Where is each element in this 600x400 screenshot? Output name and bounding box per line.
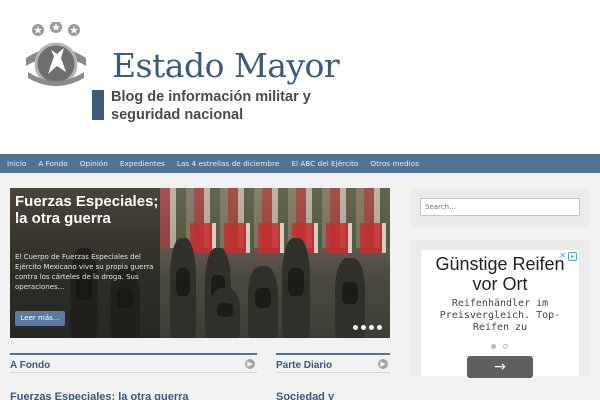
slide-image-soldier bbox=[210, 288, 240, 338]
nav-item-expedientes[interactable]: Expedientes bbox=[120, 159, 165, 168]
sidebar-search-widget bbox=[410, 188, 590, 228]
section-header-parte-diario: Parte Diario ▶ bbox=[276, 353, 390, 373]
ad-headline[interactable]: Günstige Reifen vor Ort bbox=[421, 254, 579, 294]
eagle-emblem-icon[interactable] bbox=[24, 22, 88, 92]
slide-image-soldier bbox=[282, 238, 310, 338]
slider-pagination bbox=[353, 325, 382, 330]
search-input[interactable] bbox=[420, 198, 580, 216]
slide-image-soldier bbox=[248, 266, 278, 338]
ad-pagination bbox=[491, 344, 508, 349]
slider-dot[interactable] bbox=[377, 325, 382, 330]
nav-item-inicio[interactable]: Inicio bbox=[7, 159, 26, 168]
chevron-right-icon[interactable]: ▶ bbox=[245, 359, 255, 369]
site-header: Estado Mayor Blog de información militar… bbox=[0, 0, 600, 154]
tagline-accent-bar bbox=[92, 90, 104, 120]
main-nav: Inicio A Fondo Opinión Expedientes Las 4… bbox=[0, 154, 600, 173]
slide-title[interactable]: Fuerzas Especiales; la otra guerra bbox=[15, 193, 160, 227]
ad-banner[interactable]: ✕ ▸ Günstige Reifen vor Ort Reifenhändle… bbox=[421, 250, 579, 378]
ad-body-text: Reifenhändler im Preisvergleich. Top-Rei… bbox=[439, 298, 561, 333]
read-more-button[interactable]: Leer más... bbox=[15, 311, 65, 326]
slider-dot[interactable] bbox=[369, 325, 374, 330]
nav-item-a-fondo[interactable]: A Fondo bbox=[38, 159, 67, 168]
post-title-link[interactable]: Sociedad y bbox=[276, 391, 334, 400]
slide-image-soldier bbox=[170, 238, 196, 338]
nav-item-otros-medios[interactable]: Otros medios bbox=[370, 159, 419, 168]
nav-item-opinion[interactable]: Opinión bbox=[80, 159, 108, 168]
slider-dot[interactable] bbox=[353, 325, 358, 330]
post-title-link[interactable]: Fuerzas Especiales; la otra guerra bbox=[10, 391, 189, 400]
section-label[interactable]: Parte Diario bbox=[276, 360, 332, 371]
featured-slider[interactable]: Fuerzas Especiales; la otra guerra El Cu… bbox=[10, 188, 390, 338]
ad-dot[interactable] bbox=[503, 344, 508, 349]
ad-arrow-button[interactable]: → bbox=[467, 356, 533, 378]
section-header-a-fondo: A Fondo ▶ bbox=[10, 353, 257, 373]
site-title[interactable]: Estado Mayor bbox=[112, 46, 340, 85]
slider-dot[interactable] bbox=[361, 325, 366, 330]
ad-dot[interactable] bbox=[491, 344, 496, 349]
sidebar-ad-widget: ✕ ▸ Günstige Reifen vor Ort Reifenhändle… bbox=[410, 240, 590, 378]
arrow-right-icon: → bbox=[494, 359, 506, 375]
slide-excerpt: El Cuerpo de Fuerzas Especiales del Ejér… bbox=[15, 253, 154, 291]
nav-item-abc-ejercito[interactable]: El ABC del Ejército bbox=[291, 159, 358, 168]
site-tagline: Blog de información militar y seguridad … bbox=[111, 89, 311, 123]
nav-item-4-estrellas[interactable]: Las 4 estrellas de diciembre bbox=[177, 159, 279, 168]
section-label[interactable]: A Fondo bbox=[10, 360, 50, 371]
chevron-right-icon[interactable]: ▶ bbox=[378, 359, 388, 369]
